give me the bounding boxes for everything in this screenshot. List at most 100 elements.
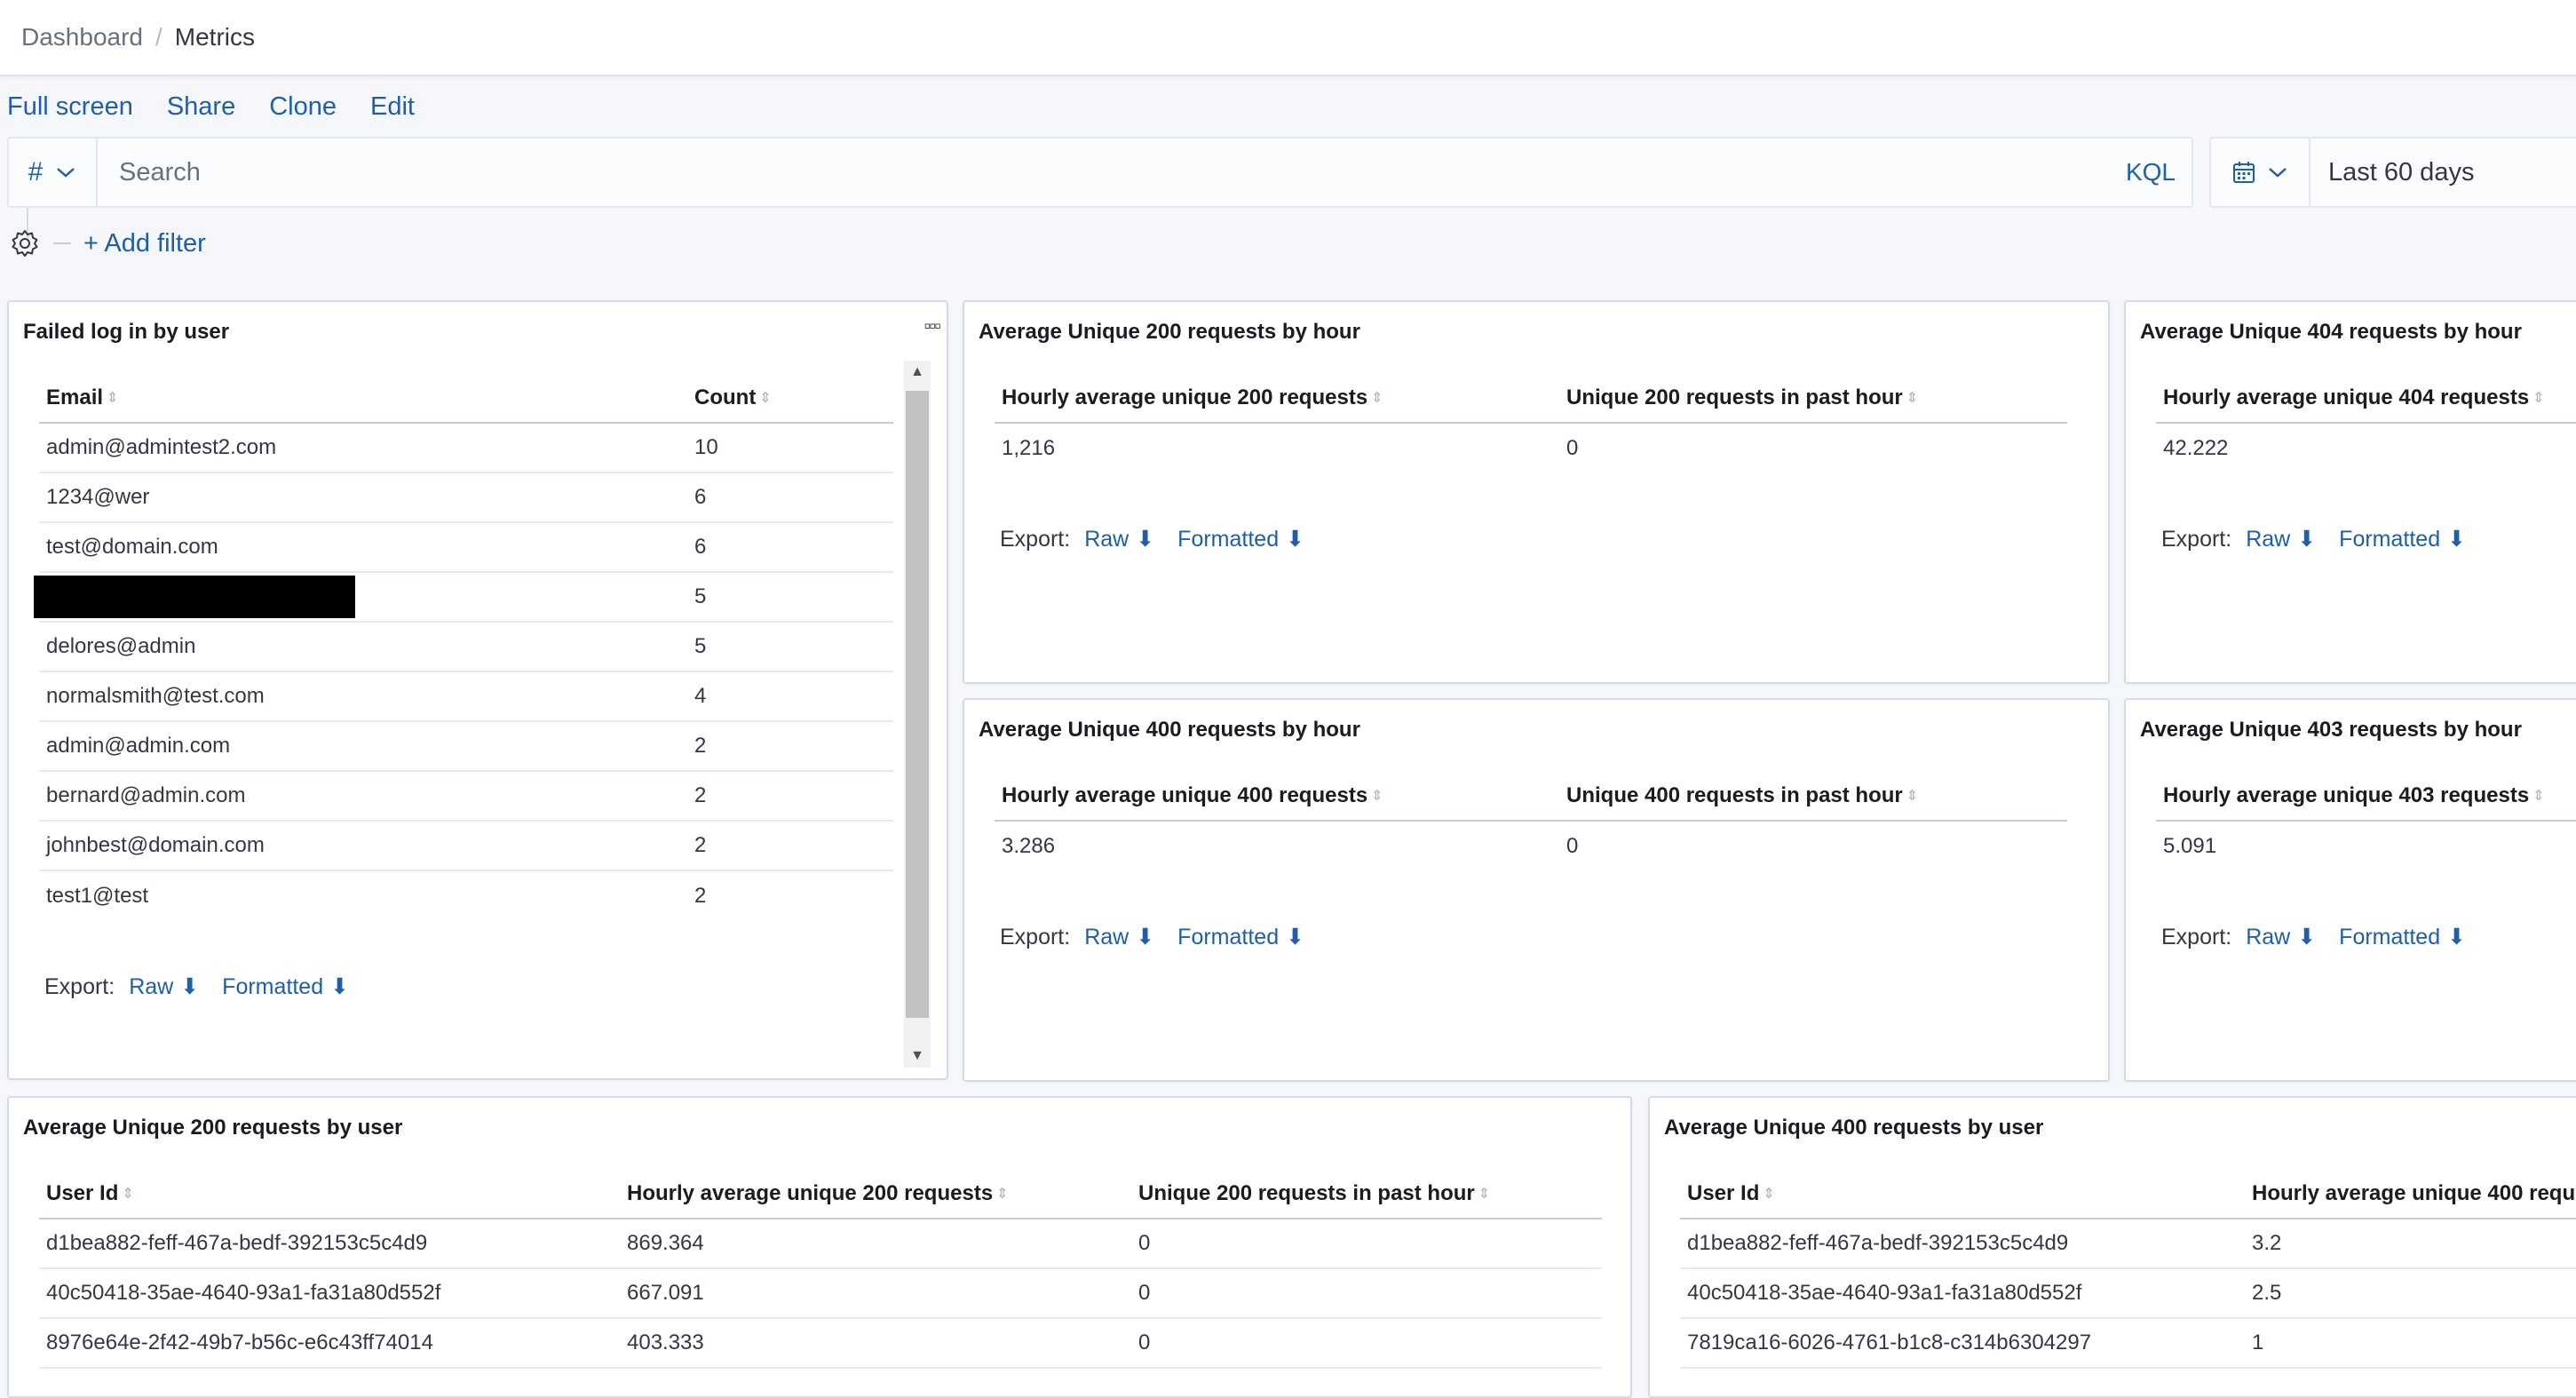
export-formatted-label: Formatted (1177, 924, 1280, 949)
email-cell: admin@admintest2.com (39, 423, 687, 473)
table-row: d1bea882-feff-467a-bedf-392153c5c4d9 3.2 (1680, 1219, 2576, 1269)
count-cell: 4 (687, 671, 893, 722)
value-cell: 0 (1131, 1318, 1602, 1369)
breadcrumb: Dashboard / Metrics (21, 23, 255, 52)
scroll-thumb[interactable] (906, 391, 929, 1018)
sort-icon: ⇕ (759, 391, 772, 407)
count-cell: 2 (687, 821, 893, 871)
email-cell: johnbest@domain.com (39, 821, 687, 871)
download-icon: ⬇ (2297, 925, 2317, 949)
export-label: Export: (1000, 526, 1071, 552)
column-header-user-id[interactable]: User Id ⇕ (39, 1169, 620, 1219)
chevron-down-icon (2269, 168, 2287, 178)
column-header[interactable]: Hourly average unique 400 requests ⇕ (995, 771, 1559, 822)
table-row: test@domain.com 6 (39, 522, 893, 573)
table-row: 42.222 (2156, 423, 2576, 473)
column-header-email[interactable]: Email ⇕ (39, 373, 687, 424)
export-raw-link[interactable]: Raw ⬇ (2246, 526, 2316, 552)
avg404-hour-table: Hourly average unique 404 requests ⇕ 42.2… (2156, 373, 2576, 473)
export-raw-link[interactable]: Raw ⬇ (129, 973, 199, 1000)
download-icon: ⬇ (330, 974, 350, 999)
gear-icon[interactable] (9, 227, 41, 259)
full-screen-link[interactable]: Full screen (7, 92, 133, 122)
column-header[interactable]: Hourly average unique 200 requests ⇕ (995, 373, 1559, 424)
value-cell: 2.5 (2245, 1268, 2576, 1319)
column-header[interactable]: Unique 200 requests in past hour ⇕ (1559, 373, 2067, 424)
quick-select-button[interactable] (2211, 139, 2310, 206)
value-cell: 869.364 (620, 1219, 1131, 1269)
download-icon: ⬇ (2297, 527, 2317, 552)
panel-options-icon[interactable]: ▫▫▫ (924, 314, 941, 338)
count-cell: 2 (694, 883, 707, 908)
count-cell: 5 (687, 622, 893, 672)
download-icon: ⬇ (1136, 925, 1155, 949)
table-row: d1bea882-feff-467a-bedf-392153c5c4d9 869.… (39, 1219, 1602, 1269)
export-label: Export: (2161, 526, 2232, 552)
failed-login-panel: Failed log in by user ▫▫▫ Email ⇕ Count ⇕ … (7, 300, 948, 1080)
breadcrumb-dashboard[interactable]: Dashboard (21, 23, 143, 52)
export-raw-label: Raw (1084, 924, 1129, 949)
table-row: bernard@admin.com 2 (39, 771, 893, 822)
column-header[interactable]: Hourly average unique 403 requests ⇕ (2156, 771, 2576, 822)
user-id-cell: 7819ca16-6026-4761-b1c8-c314b6304297 (1680, 1318, 2245, 1369)
avg200-user-table: User Id ⇕ Hourly average unique 200 reque… (39, 1169, 1602, 1369)
table-row: 40c50418-35ae-4640-93a1-fa31a80d552f 2.5 (1680, 1268, 2576, 1319)
column-header-count[interactable]: Count ⇕ (687, 373, 893, 424)
table-row: normalsmith@test.com 4 (39, 671, 893, 722)
export-raw-link[interactable]: Raw ⬇ (1084, 924, 1154, 950)
count-cell: 2 (687, 721, 893, 772)
table-row: 7819ca16-6026-4761-b1c8-c314b6304297 1 (1680, 1318, 2576, 1369)
email-cell: test1@test (46, 883, 149, 908)
export-formatted-link[interactable]: Formatted ⬇ (2339, 924, 2466, 950)
table-row: delores@admin 5 (39, 622, 893, 672)
date-range-value[interactable]: Last 60 days (2310, 158, 2474, 187)
sort-icon: ⇕ (996, 1187, 1009, 1203)
scroll-up-icon[interactable]: ▲ (904, 364, 931, 380)
email-cell: delores@admin (39, 622, 687, 672)
download-icon: ⬇ (1286, 527, 1305, 552)
export-formatted-link[interactable]: Formatted ⬇ (222, 973, 349, 1000)
panel-title: Average Unique 200 requests by hour (979, 320, 1360, 344)
export-row: Export: Raw ⬇ Formatted ⬇ (1000, 526, 1317, 552)
add-filter-button[interactable]: + Add filter (83, 229, 206, 258)
column-header[interactable]: Hourly average unique 400 requu (2245, 1169, 2576, 1219)
breadcrumb-separator: / (155, 23, 162, 51)
query-language-switcher[interactable]: # (9, 139, 98, 206)
failed-login-table: Email ⇕ Count ⇕ admin@admintest2.com 10 123… (34, 373, 893, 920)
kql-toggle[interactable]: KQL (2126, 158, 2192, 187)
column-header-user-id[interactable]: User Id ⇕ (1680, 1169, 2245, 1219)
column-header[interactable]: Hourly average unique 404 requests ⇕ (2156, 373, 2576, 424)
panel-title: Average Unique 403 requests by hour (2140, 718, 2522, 742)
export-formatted-link[interactable]: Formatted ⬇ (1177, 924, 1304, 950)
avg404-hour-panel: Average Unique 404 requests by hour Hour… (2124, 300, 2576, 684)
email-cell: bernard@admin.com (39, 771, 687, 822)
export-raw-link[interactable]: Raw ⬇ (1084, 526, 1154, 552)
clone-link[interactable]: Clone (269, 92, 337, 122)
table-row: admin@admin.com 2 (39, 721, 893, 772)
download-icon: ⬇ (2447, 527, 2467, 552)
panel-scrollbar[interactable]: ▲ ▼ (904, 361, 931, 1068)
export-row: Export: Raw ⬇ Formatted ⬇ (44, 973, 361, 1000)
column-header[interactable]: Unique 200 requests in past hour ⇕ (1131, 1169, 1602, 1219)
share-link[interactable]: Share (167, 92, 235, 122)
search-input[interactable] (98, 139, 2126, 206)
table-row: 40c50418-35ae-4640-93a1-fa31a80d552f 667.… (39, 1268, 1602, 1319)
avg200-hour-table: Hourly average unique 200 requests ⇕ Uniq… (995, 373, 2067, 473)
panel-title: Average Unique 400 requests by hour (979, 718, 1360, 742)
column-header[interactable]: Hourly average unique 200 requests ⇕ (620, 1169, 1131, 1219)
export-raw-label: Raw (1084, 526, 1129, 552)
avg400-user-panel: Average Unique 400 requests by user User… (1648, 1096, 2576, 1398)
column-header[interactable]: Unique 400 requests in past hour ⇕ (1559, 771, 2067, 822)
export-row: Export: Raw ⬇ Formatted ⬇ (2161, 924, 2478, 950)
breadcrumb-current: Metrics (174, 23, 255, 51)
metric-value: 5.091 (2163, 833, 2217, 858)
edit-link[interactable]: Edit (370, 92, 415, 122)
avg400-hour-table: Hourly average unique 400 requests ⇕ Uniq… (995, 771, 2067, 870)
scroll-down-icon[interactable]: ▼ (904, 1048, 931, 1064)
sort-icon: ⇕ (122, 1187, 134, 1203)
export-raw-link[interactable]: Raw ⬇ (2246, 924, 2316, 950)
export-raw-label: Raw (129, 973, 174, 999)
export-formatted-link[interactable]: Formatted ⬇ (1177, 526, 1304, 552)
export-formatted-link[interactable]: Formatted ⬇ (2339, 526, 2466, 552)
table-row: 8976e64e-2f42-49b7-b56c-e6c43ff74014 403.… (39, 1318, 1602, 1369)
